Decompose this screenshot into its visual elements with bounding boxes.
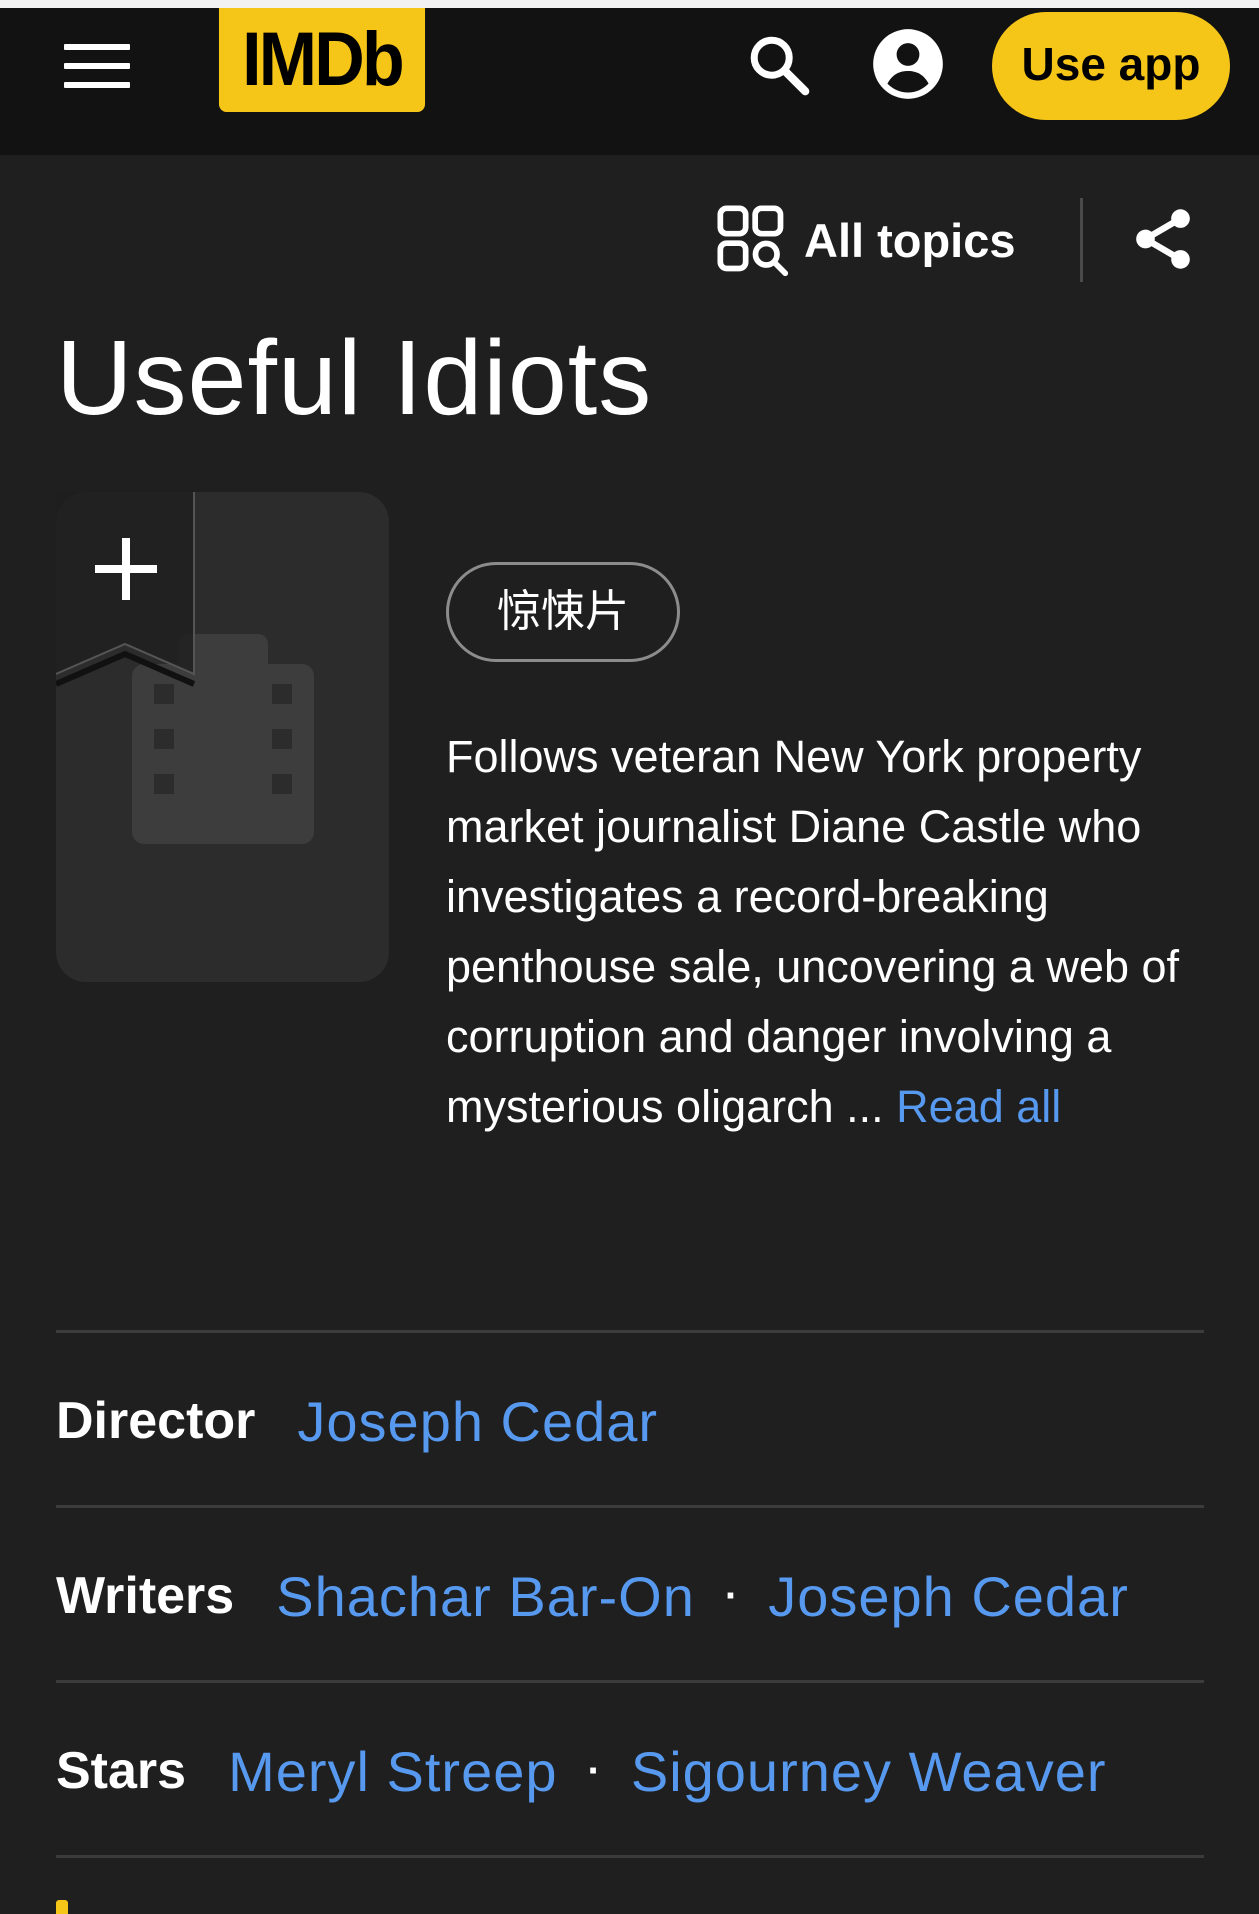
share-icon[interactable] <box>1128 200 1198 278</box>
browser-top-strip <box>0 0 1259 8</box>
director-link[interactable]: Joseph Cedar <box>297 1389 658 1454</box>
writers-row: Writers Shachar Bar-On · Joseph Cedar <box>56 1556 1129 1636</box>
all-topics-label: All topics <box>804 213 1016 267</box>
menu-icon[interactable] <box>64 44 130 92</box>
use-app-button[interactable]: Use app <box>992 12 1230 120</box>
plot-text: Follows veteran New York property market… <box>446 731 1180 1132</box>
all-topics-button[interactable]: All topics <box>714 200 1016 280</box>
divider <box>56 1330 1204 1333</box>
stars-row: Stars Meryl Streep · Sigourney Weaver <box>56 1731 1107 1811</box>
writer-link[interactable]: Shachar Bar-On <box>276 1564 695 1629</box>
imdb-logo[interactable]: IMDb <box>218 8 426 112</box>
add-to-watchlist-button[interactable] <box>56 492 196 688</box>
separator-dot: · <box>724 1573 739 1618</box>
search-icon[interactable] <box>744 30 814 100</box>
stars-label: Stars <box>56 1742 187 1800</box>
separator-dot: · <box>587 1748 601 1793</box>
writer-link[interactable]: Joseph Cedar <box>768 1564 1129 1629</box>
topics-search-icon <box>717 205 789 277</box>
divider <box>56 1680 1204 1683</box>
read-all-link[interactable]: Read all <box>896 1081 1061 1132</box>
account-icon[interactable] <box>870 26 946 102</box>
page-title: Useful Idiots <box>56 319 653 437</box>
header-divider <box>1080 198 1083 282</box>
plot-summary: Follows veteran New York property market… <box>446 722 1216 1142</box>
director-row: Director Joseph Cedar <box>56 1381 658 1461</box>
divider <box>56 1855 1204 1858</box>
genre-chip[interactable]: 惊悚片 <box>446 562 680 662</box>
divider <box>56 1505 1204 1508</box>
section-accent-bar <box>56 1900 68 1914</box>
star-link[interactable]: Sigourney Weaver <box>631 1739 1107 1804</box>
director-label: Director <box>56 1392 256 1450</box>
navbar: IMDb Use app <box>0 8 1259 155</box>
star-link[interactable]: Meryl Streep <box>228 1739 557 1804</box>
writers-label: Writers <box>56 1567 235 1625</box>
